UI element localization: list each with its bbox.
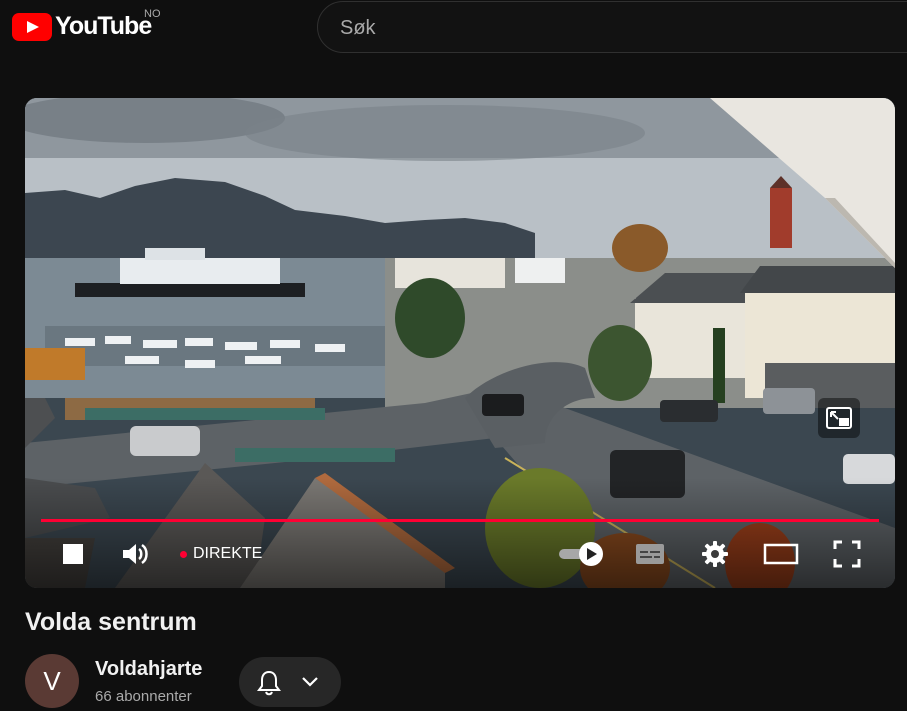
settings-button[interactable] <box>695 530 735 578</box>
youtube-logo[interactable]: YouTube <box>12 12 152 41</box>
chevron-down-icon <box>302 677 318 687</box>
live-indicator-dot <box>180 551 187 558</box>
channel-name[interactable]: Voldahjarte <box>95 658 202 681</box>
channel-avatar[interactable]: V <box>25 654 79 708</box>
live-label[interactable]: DIREKTE <box>193 545 262 563</box>
stop-button[interactable] <box>55 530 91 578</box>
miniplayer-button[interactable] <box>818 398 860 438</box>
subtitles-button[interactable] <box>630 530 670 578</box>
volume-button[interactable] <box>117 530 153 578</box>
subtitles-icon <box>636 544 664 564</box>
region-code: NO <box>144 8 161 20</box>
gear-icon <box>702 541 728 567</box>
volume-icon <box>123 543 148 565</box>
youtube-play-icon <box>12 12 52 41</box>
avatar-letter: V <box>43 665 61 696</box>
bell-icon <box>257 670 281 696</box>
theater-mode-button[interactable] <box>760 530 802 578</box>
player-controls: DIREKTE <box>25 530 895 578</box>
search-placeholder: Søk <box>340 17 376 39</box>
logo-text: YouTube <box>55 12 152 40</box>
masthead: YouTube NO Søk <box>0 0 907 56</box>
miniplayer-icon <box>826 407 852 429</box>
theater-mode-icon <box>763 543 799 565</box>
fullscreen-button[interactable] <box>826 530 868 578</box>
progress-bar[interactable] <box>41 519 879 522</box>
stop-icon <box>63 544 83 564</box>
search-input[interactable]: Søk <box>317 1 907 53</box>
subscriber-count: 66 abonnenter <box>95 688 192 705</box>
autoplay-icon <box>559 542 603 566</box>
video-title: Volda sentrum <box>25 608 197 636</box>
video-player[interactable]: DIREKTE <box>25 98 895 588</box>
notification-bell-button[interactable] <box>239 657 341 707</box>
autoplay-toggle[interactable] <box>555 530 607 578</box>
fullscreen-icon <box>833 540 861 568</box>
